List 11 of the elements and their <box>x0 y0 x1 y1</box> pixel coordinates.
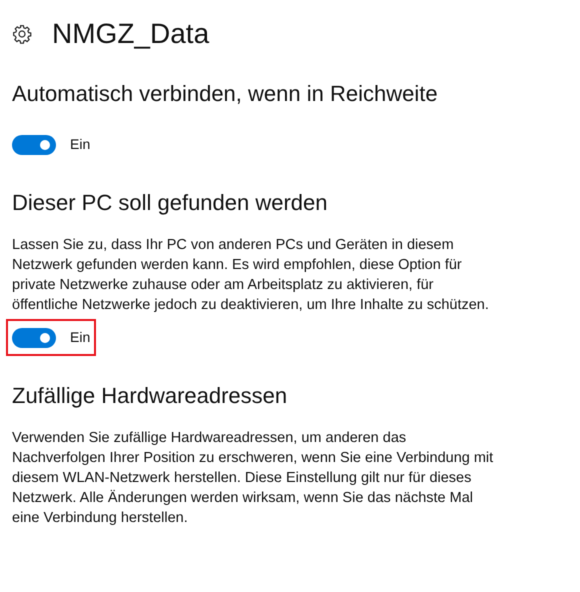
toggle-switch[interactable] <box>12 328 56 348</box>
toggle-label: Ein <box>70 328 90 347</box>
section-description: Verwenden Sie zufällige Hardwareadressen, um anderen das Nachverfolgen Ihrer Position zu erschweren, wenn Sie eine Verbindung mit diesem WLAN-Netzwerk herstellen. Diese Einstellung gilt nur für dieses Netzwerk. Alle Änderungen werden wirksam, wenn Sie das nächste Mal eine Verbindung herstellen. <box>12 429 494 528</box>
toggle-switch[interactable] <box>12 134 56 154</box>
section-description: Lassen Sie zu, dass Ihr PC von anderen PCs und Geräten in diesem Netzwerk gefunden werden kann. Es wird empfohlen, diese Option für private Netzwerke zuhause oder am Arbeitsplatz zu aktivieren, für öffentliche Netzwerke jedoch zu deaktivieren, um Ihre Inhalte zu schützen. <box>12 236 490 315</box>
toggle-label: Ein <box>70 135 90 154</box>
section-heading: Dieser PC soll gefunden werden <box>12 189 329 217</box>
settings-icon <box>12 24 32 44</box>
section-heading: Zufällige Hardwareadressen <box>12 382 288 410</box>
page-title: NMGZ_Data <box>52 20 210 48</box>
section-heading: Automatisch verbinden, wenn in Reichweite <box>12 80 439 108</box>
